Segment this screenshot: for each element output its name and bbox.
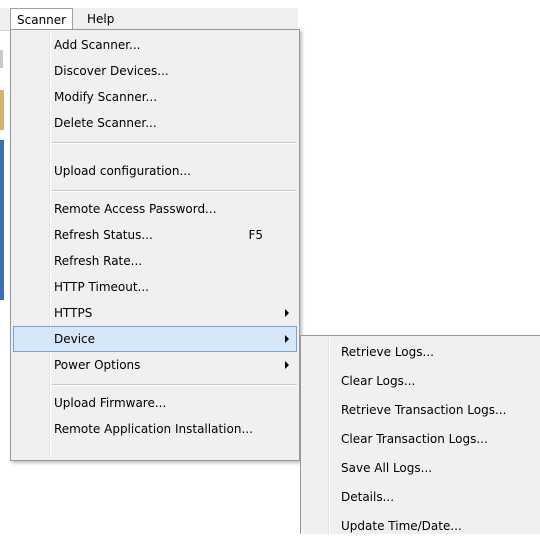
menu-separator [52,142,297,144]
submenu-item-details[interactable]: Details... [303,483,540,512]
menu-scanner-label: Scanner [17,13,67,27]
menu-item-label: Delete Scanner... [54,116,157,130]
menu-item-label: Discover Devices... [54,64,169,78]
menu-item-http-timeout[interactable]: HTTP Timeout... [13,274,297,300]
submenu-item-retrieve-transaction-logs[interactable]: Retrieve Transaction Logs... [303,396,540,425]
menu-item-refresh-rate[interactable]: Refresh Rate... [13,248,297,274]
submenu-item-clear-transaction-logs[interactable]: Clear Transaction Logs... [303,425,540,454]
menu-separator [52,384,297,386]
submenu-item-label: Clear Transaction Logs... [341,432,488,446]
menu-item-device[interactable]: Device [13,326,297,352]
menu-item-label: Refresh Rate... [54,254,143,268]
submenu-arrow-icon [285,309,289,317]
menu-item-delete-scanner[interactable]: Delete Scanner... [13,110,297,136]
submenu-item-label: Save All Logs... [341,461,433,475]
menu-item-add-scanner[interactable]: Add Scanner... [13,32,297,58]
menu-item-label: Upload configuration... [54,164,191,178]
menu-item-modify-scanner[interactable]: Modify Scanner... [13,84,297,110]
menu-separator [52,190,297,192]
scanner-dropdown: Add Scanner... Discover Devices... Modif… [10,29,300,461]
menu-item-label: Remote Application Installation... [54,422,253,436]
menu-item-upload-firmware[interactable]: Upload Firmware... [13,390,297,416]
menu-item-label: Device [54,332,96,346]
submenu-arrow-icon [285,361,289,369]
submenu-item-update-time-date[interactable]: Update Time/Date... [303,512,540,541]
submenu-item-label: Retrieve Logs... [341,345,434,359]
menu-item-refresh-status[interactable]: Refresh Status... F5 [13,222,297,248]
submenu-item-label: Retrieve Transaction Logs... [341,403,507,417]
device-submenu: Retrieve Logs... Clear Logs... Retrieve … [300,335,540,534]
menu-item-label: Refresh Status... [54,228,153,242]
menu-item-label: HTTPS [54,306,93,320]
menu-item-label: Power Options [54,358,141,372]
menu-item-power-options[interactable]: Power Options [13,352,297,378]
menu-help[interactable]: Help [81,8,120,30]
menu-item-https[interactable]: HTTPS [13,300,297,326]
menu-bar: Scanner Help [0,8,298,32]
background-window-edge [0,30,5,300]
shortcut-label: F5 [248,228,263,242]
menu-item-remote-access-password[interactable]: Remote Access Password... [13,196,297,222]
submenu-item-save-all-logs[interactable]: Save All Logs... [303,454,540,483]
menu-item-label: HTTP Timeout... [54,280,149,294]
menu-item-label: Modify Scanner... [54,90,158,104]
menu-item-label: Remote Access Password... [54,202,217,216]
menu-item-label: Upload Firmware... [54,396,167,410]
submenu-arrow-icon [285,335,289,343]
menu-item-remote-application-installation[interactable]: Remote Application Installation... [13,416,297,442]
submenu-item-label: Update Time/Date... [341,519,462,533]
menu-item-discover-devices[interactable]: Discover Devices... [13,58,297,84]
menu-item-label: Add Scanner... [54,38,141,52]
menu-help-label: Help [87,12,115,26]
submenu-item-label: Details... [341,490,395,504]
submenu-item-clear-logs[interactable]: Clear Logs... [303,367,540,396]
submenu-item-label: Clear Logs... [341,374,416,388]
menu-item-upload-configuration[interactable]: Upload configuration... [13,158,297,184]
submenu-item-retrieve-logs[interactable]: Retrieve Logs... [303,338,540,367]
